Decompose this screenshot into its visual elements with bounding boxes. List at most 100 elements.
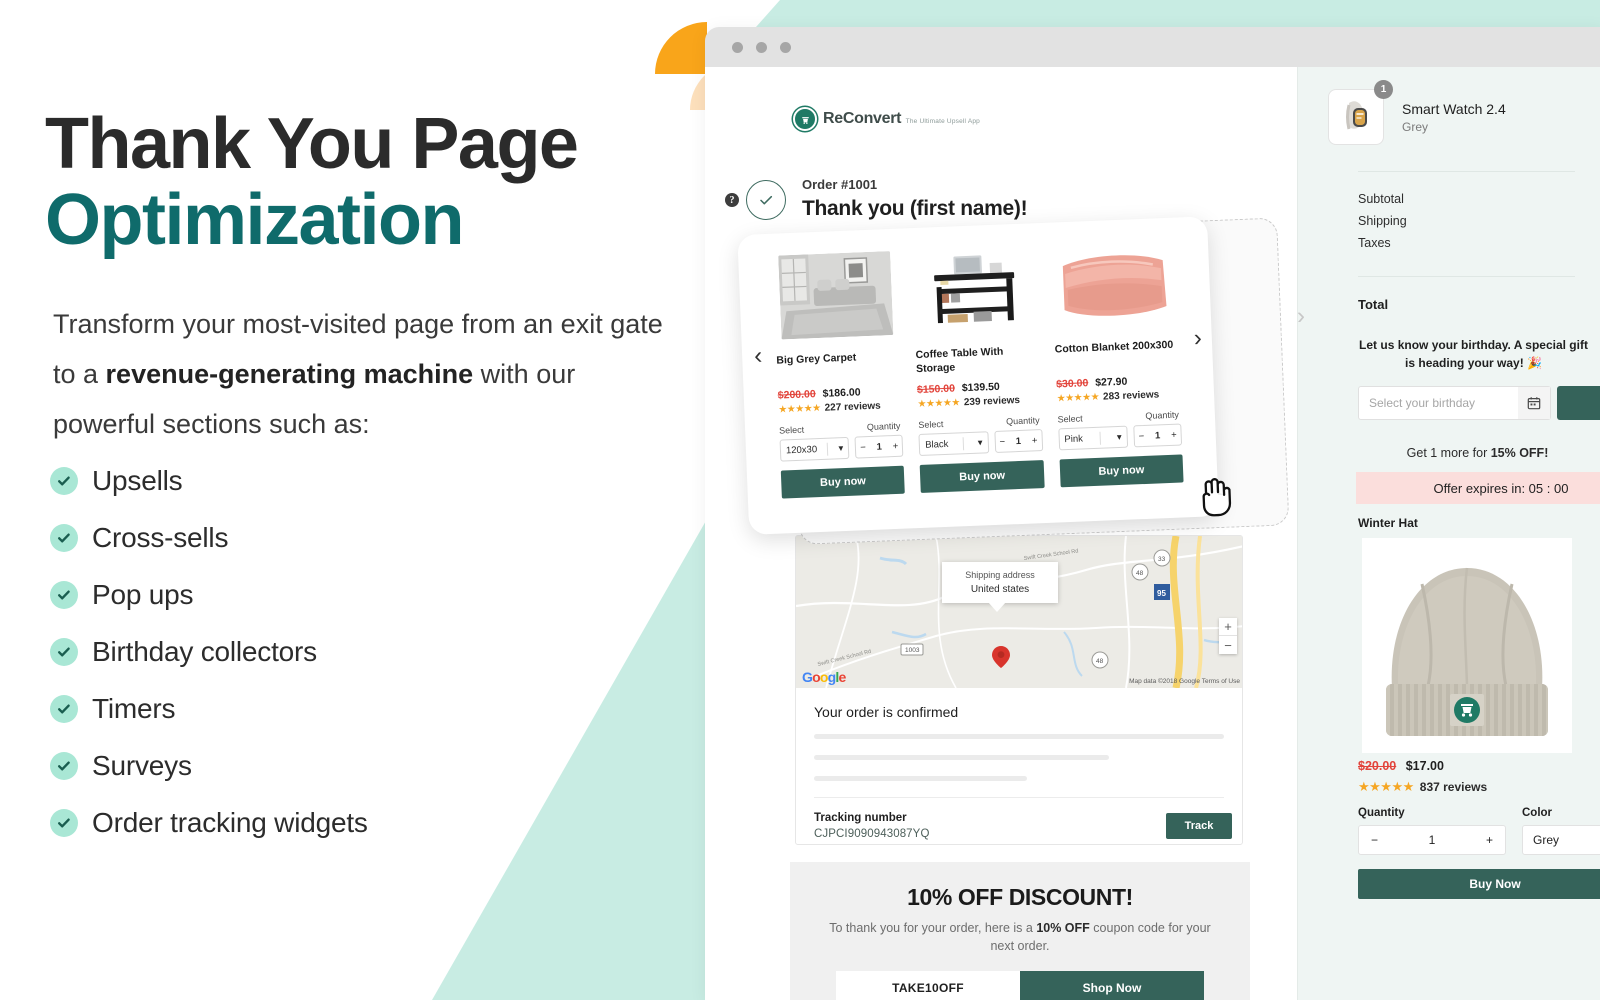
brand-logo: ReConvert The Ultimate Upsell App [793, 107, 980, 131]
review-count: 239 reviews [963, 395, 1021, 409]
totals-list: Subtotal Shipping Taxes [1328, 192, 1600, 250]
check-icon [50, 809, 78, 837]
subtotal-label: Subtotal [1358, 192, 1404, 206]
quantity-decrement-button[interactable]: − [860, 442, 866, 453]
coupon-code-field[interactable]: TAKE10OFF [836, 971, 1020, 1000]
question-mark-icon[interactable]: ? [725, 193, 739, 207]
feature-checklist: Upsells Cross-sells Pop ups Birthday col… [50, 465, 650, 864]
order-confirmed-check-icon [746, 180, 786, 220]
list-item: Birthday collectors [50, 636, 650, 668]
product-rating: ★★★★★ 283 reviews [1057, 389, 1181, 404]
divider [1358, 276, 1575, 277]
divider [962, 437, 964, 451]
quantity-decrement-button[interactable]: − [999, 436, 1005, 447]
quantity-label: Quantity [1358, 807, 1405, 819]
carousel-next-icon[interactable]: › [1193, 325, 1202, 353]
discount-actions: TAKE10OFF Shop Now [836, 971, 1204, 1000]
upsell-buy-now-button[interactable]: Buy Now [1358, 869, 1600, 899]
product-controls: Pink ▾ − 1 + [1057, 423, 1183, 451]
birthday-submit-button[interactable] [1556, 386, 1600, 420]
quantity-value: 1 [1015, 435, 1022, 447]
list-item: Order tracking widgets [50, 807, 650, 839]
carousel-product-grid: Big Grey Carpet $200.00 $186.00 ★★★★★ 22… [772, 239, 1184, 499]
feature-label: Surveys [92, 750, 192, 781]
quantity-decrement-button[interactable]: − [1371, 833, 1378, 847]
shop-now-button[interactable]: Shop Now [1020, 971, 1204, 1000]
product-rating: ★★★★★ 239 reviews [917, 394, 1041, 410]
quantity-increment-button[interactable]: + [1032, 435, 1038, 446]
list-item: Pop ups [50, 579, 650, 611]
check-icon [50, 467, 78, 495]
quantity-stepper[interactable]: − 1 + [1133, 423, 1183, 448]
product-image-blanket [1056, 239, 1172, 329]
price-original: $30.00 [1055, 377, 1089, 391]
total-label: Total [1358, 297, 1389, 312]
quantity-stepper[interactable]: − 1 + [854, 434, 904, 459]
brand-name: ReConvert [823, 110, 902, 127]
map-zoom-controls[interactable]: + − [1219, 618, 1237, 654]
review-count: 283 reviews [1102, 389, 1160, 403]
buy-now-button[interactable]: Buy now [780, 465, 906, 499]
buy-now-button[interactable]: Buy now [1059, 454, 1184, 488]
window-minimize-dot-icon[interactable] [756, 41, 767, 53]
quantity-value: 1 [1428, 833, 1436, 847]
quantity-label: Quantity [1145, 409, 1180, 421]
hand-cursor-icon [1193, 472, 1235, 523]
variant-select[interactable]: 120x30 ▾ [779, 436, 850, 462]
brand-tagline: The Ultimate Upsell App [905, 118, 980, 125]
quantity-increment-button[interactable]: + [1486, 833, 1493, 847]
shipping-address-value: United states [970, 584, 1030, 595]
brand-text-block: ReConvert The Ultimate Upsell App [823, 111, 980, 127]
price-original: $200.00 [777, 388, 816, 402]
upsell-color-group: Color Grey [1522, 807, 1600, 855]
upsell-quantity-group: Quantity − 1 + [1358, 807, 1506, 855]
check-icon [50, 752, 78, 780]
quantity-stepper[interactable]: − 1 + [1358, 825, 1506, 855]
discount-banner: 10% OFF DISCOUNT! To thank you for your … [790, 862, 1250, 1000]
shipping-address-tooltip: Shipping address United states [942, 562, 1058, 612]
cart-line-item: 1 Smart Watch 2.4 Grey [1328, 80, 1600, 145]
calendar-icon[interactable] [1517, 387, 1550, 419]
shipping-map[interactable]: Swift Creek School Rd Swift Creek School… [796, 536, 1242, 688]
window-close-dot-icon[interactable] [732, 41, 743, 53]
quantity-stepper[interactable]: − 1 + [994, 429, 1043, 454]
browser-viewport: ReConvert The Ultimate Upsell App ? Orde… [705, 67, 1600, 1000]
check-icon [50, 695, 78, 723]
review-count: 227 reviews [824, 400, 881, 414]
order-confirmed-title: Your order is confirmed [814, 704, 959, 720]
track-button[interactable]: Track [1166, 813, 1232, 839]
variant-select-value: Black [924, 438, 949, 451]
product-card: Coffee Table With Storage $150.00 $139.5… [911, 245, 1045, 494]
map-attribution: Map data ©2018 Google Terms of Use [1129, 678, 1240, 685]
page-title: Thank You Page Optimization [45, 108, 685, 261]
variant-select[interactable]: Black ▾ [918, 431, 989, 457]
quantity-label: Quantity [866, 420, 901, 433]
quantity-increment-button[interactable]: + [892, 440, 898, 451]
sidebar-content: 1 Smart Watch 2.4 Grey Subtotal Shipping… [1298, 67, 1600, 899]
browser-mockup: ReConvert The Ultimate Upsell App ? Orde… [705, 27, 1600, 1000]
buy-now-button[interactable]: Buy now [920, 460, 1045, 494]
quantity-value: 1 [876, 441, 883, 453]
browser-title-bar [705, 27, 1600, 67]
feature-label: Cross-sells [92, 522, 229, 553]
variant-select[interactable]: Pink ▾ [1057, 425, 1129, 451]
color-select[interactable]: Grey [1522, 825, 1600, 855]
chevron-down-icon: ▾ [838, 442, 844, 454]
tracking-number-label: Tracking number [814, 812, 907, 824]
quantity-decrement-button[interactable]: − [1138, 430, 1144, 441]
birthday-prompt-message: Let us know your birthday. A special gif… [1359, 338, 1588, 370]
quantity-increment-button[interactable]: + [1171, 429, 1177, 440]
feature-label: Timers [92, 693, 176, 724]
map-zoom-out-button[interactable]: − [1219, 636, 1237, 654]
birthday-input[interactable]: Select your birthday [1358, 386, 1551, 420]
window-maximize-dot-icon[interactable] [780, 41, 791, 53]
quantity-label: Quantity [1005, 415, 1040, 427]
carousel-prev-icon[interactable]: ‹ [754, 342, 763, 370]
product-card: Cotton Blanket 200x300 $30.00 $27.90 ★★★… [1051, 239, 1184, 488]
cart-item-image [1328, 89, 1384, 145]
check-icon [50, 638, 78, 666]
carousel-card: ‹ › Big Grey Carpet $200.00 $186.00 ★★★★… [737, 216, 1232, 535]
thank-you-page: ReConvert The Ultimate Upsell App ? Orde… [705, 67, 1306, 1000]
map-zoom-in-button[interactable]: + [1219, 618, 1237, 636]
product-field-labels: Select Quantity [918, 415, 1042, 431]
